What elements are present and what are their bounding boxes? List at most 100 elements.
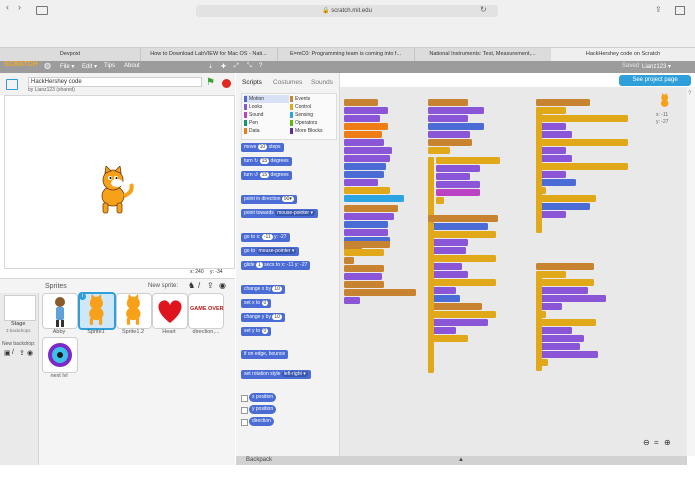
block-point-in-direction[interactable]: point in direction 90▾: [241, 195, 297, 204]
paint-backdrop-icon[interactable]: /: [12, 349, 14, 356]
stack-6-block-1[interactable]: [428, 107, 484, 114]
stack-4-block-2[interactable]: [344, 281, 384, 288]
stack-6-block-6[interactable]: [428, 147, 450, 154]
stack-8-block-0[interactable]: [428, 215, 498, 222]
stack-8-forever-rail[interactable]: [428, 223, 434, 373]
block-go-to[interactable]: go to mouse-pointer ▾: [241, 247, 300, 256]
stack-8-block-12[interactable]: [428, 311, 496, 318]
tabs-overview-icon[interactable]: [675, 6, 685, 15]
stack-6-block-0[interactable]: [428, 99, 468, 106]
sprite-heart[interactable]: [152, 293, 188, 329]
category-control[interactable]: Control: [290, 103, 311, 111]
block-turn-right[interactable]: turn ↻ 15 degrees: [241, 157, 292, 166]
reporter-direction[interactable]: direction: [249, 417, 274, 426]
stack-9-block-0[interactable]: [536, 99, 590, 106]
menu-tips[interactable]: Tips: [104, 63, 115, 69]
checkbox-direction[interactable]: [241, 419, 248, 426]
stack-2-block-0[interactable]: [344, 205, 398, 212]
stack-1-block-11[interactable]: [344, 187, 390, 194]
category-looks[interactable]: Looks: [244, 103, 262, 111]
stack-8-block-11[interactable]: [428, 303, 482, 310]
stack-9-forever-rail[interactable]: [536, 107, 542, 233]
checkbox-x-position[interactable]: [241, 395, 248, 402]
stack-5-block-1[interactable]: [344, 297, 360, 304]
block-go-to-xy[interactable]: go to x: -11 y: -27: [241, 233, 290, 242]
delete-icon[interactable]: ✚: [221, 63, 226, 70]
checkbox-y-position[interactable]: [241, 407, 248, 414]
stack-9-block-5[interactable]: [536, 139, 628, 146]
forward-icon[interactable]: ›: [18, 2, 21, 12]
block-set-y[interactable]: set y to 0: [241, 327, 272, 336]
block-point-towards[interactable]: point towards mouse-pointer ▾: [241, 209, 318, 218]
chevron-up-icon[interactable]: ▲: [458, 456, 464, 465]
stack-10-block-0[interactable]: [536, 263, 594, 270]
stack-1-block-2[interactable]: [344, 115, 380, 122]
stack-7-block-5[interactable]: [436, 197, 444, 204]
category-sensing[interactable]: Sensing: [290, 111, 313, 119]
scripts-scrollbar[interactable]: ?: [687, 87, 695, 456]
stack-1-block-12[interactable]: [344, 195, 404, 202]
help-icon[interactable]: ?: [259, 63, 262, 69]
stack-2-block-3[interactable]: [344, 229, 388, 236]
tab-hackhershey[interactable]: HackHershey code on Scratch: [551, 48, 695, 61]
stage-thumbnail[interactable]: [4, 295, 36, 321]
sprite-direction[interactable]: GAME OVER: [188, 293, 224, 329]
stack-1-block-7[interactable]: [344, 155, 390, 162]
stack-1-block-9[interactable]: [344, 171, 384, 178]
script-stacks[interactable]: [340, 87, 687, 456]
stack-10-block-2[interactable]: [536, 279, 594, 286]
stack-7-block-4[interactable]: [436, 189, 480, 196]
stack-10-block-3[interactable]: [536, 287, 588, 294]
back-icon[interactable]: ‹: [6, 2, 9, 12]
block-glide[interactable]: glide 1 secs to x: -11 y: -27: [241, 261, 311, 270]
see-project-page-button[interactable]: See project page: [619, 75, 691, 86]
block-move[interactable]: move 10 steps: [241, 143, 284, 152]
backdrop-library-icon[interactable]: ▣: [4, 349, 11, 357]
stack-8-block-8[interactable]: [428, 279, 496, 286]
stack-10-block-10[interactable]: [536, 343, 580, 350]
stage-canvas[interactable]: [4, 95, 235, 269]
stack-8-block-13[interactable]: [428, 319, 488, 326]
stack-1-block-6[interactable]: [344, 147, 392, 154]
stack-10-forever-rail[interactable]: [536, 271, 542, 371]
sprite-next-lvl[interactable]: [42, 337, 78, 373]
stack-6-block-4[interactable]: [428, 131, 470, 138]
stack-6-block-5[interactable]: [428, 139, 472, 146]
menu-about[interactable]: About: [124, 63, 140, 69]
tab-scripts[interactable]: Scripts: [242, 79, 262, 86]
stack-1-block-1[interactable]: [344, 107, 388, 114]
reload-icon[interactable]: ↻: [480, 5, 487, 14]
stack-4-block-0[interactable]: [344, 265, 384, 272]
stack-1-block-3[interactable]: [344, 123, 388, 130]
block-set-rotation-style[interactable]: set rotation style left-right ▾: [241, 370, 311, 379]
grow-icon[interactable]: ⤢: [234, 63, 239, 70]
sprite-abby[interactable]: [42, 293, 78, 329]
tab-labview[interactable]: How to Download LabVIEW for Mac OS - Nat…: [140, 48, 278, 61]
sidebar-icon[interactable]: [36, 6, 48, 15]
stack-2-block-2[interactable]: [344, 221, 388, 228]
scratch-logo[interactable]: SCRATCH: [4, 61, 38, 68]
upload-sprite-icon[interactable]: ⇪: [207, 281, 214, 290]
category-more-blocks[interactable]: More Blocks: [290, 127, 323, 135]
category-motion[interactable]: Motion: [244, 95, 289, 103]
stack-9-block-13[interactable]: [536, 203, 590, 210]
reporter-y-position[interactable]: y position: [249, 405, 277, 414]
zoom-in-icon[interactable]: ⊕: [664, 438, 671, 447]
stack-7-block-2[interactable]: [436, 173, 470, 180]
stack-5-block-0[interactable]: [344, 289, 416, 296]
block-change-x[interactable]: change x by 10: [241, 285, 285, 294]
stack-9-block-2[interactable]: [536, 115, 628, 122]
stack-3-block-0[interactable]: [344, 241, 390, 248]
stop-icon[interactable]: [222, 79, 231, 88]
stack-10-block-9[interactable]: [536, 335, 584, 342]
block-change-y[interactable]: change y by 10: [241, 313, 285, 322]
stack-10-block-11[interactable]: [536, 351, 598, 358]
block-set-x[interactable]: set x to 0: [241, 299, 272, 308]
paint-sprite-icon[interactable]: /: [198, 281, 200, 290]
stack-2-block-1[interactable]: [344, 213, 394, 220]
share-icon[interactable]: ⇪: [655, 5, 662, 14]
category-data[interactable]: Data: [244, 127, 260, 135]
zoom-out-icon[interactable]: ⊖: [643, 438, 650, 447]
duplicate-icon[interactable]: ⇣: [208, 63, 213, 70]
stack-8-block-1[interactable]: [428, 223, 488, 230]
